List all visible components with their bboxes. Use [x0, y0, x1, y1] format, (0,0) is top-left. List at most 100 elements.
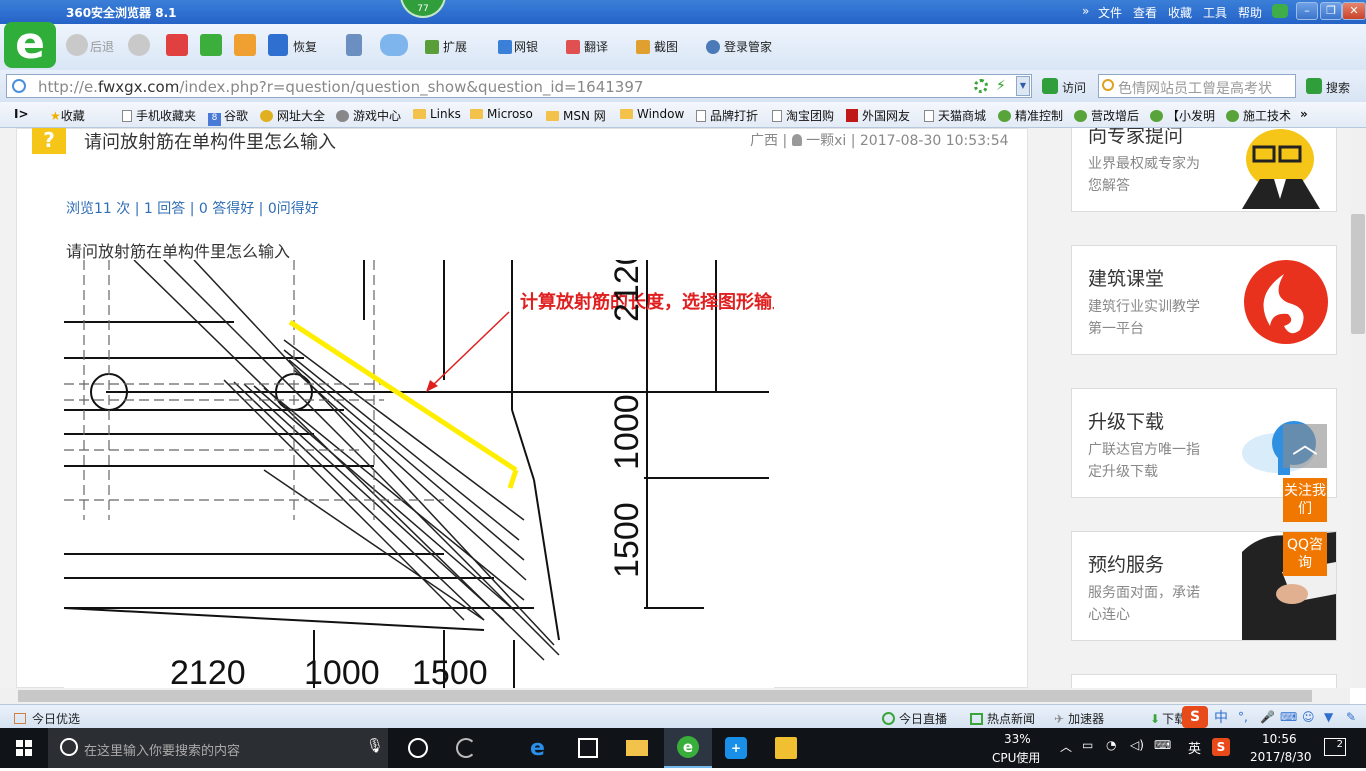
- lightning-icon[interactable]: ⚡: [996, 78, 1006, 94]
- taskbar-app-360browser[interactable]: e: [664, 728, 712, 768]
- back-to-top-button[interactable]: ︿: [1283, 424, 1327, 468]
- question-user[interactable]: 一颗xi: [806, 133, 846, 149]
- battery-icon[interactable]: ▭: [1082, 738, 1093, 752]
- more-icon[interactable]: »: [1082, 4, 1089, 18]
- fav-item-taobao-group[interactable]: 淘宝团购: [772, 107, 834, 124]
- fav-item-url-directory[interactable]: 网址大全: [260, 107, 325, 124]
- clock-date[interactable]: 2017/8/30: [1250, 750, 1312, 764]
- fav-item-microsoft[interactable]: Microso: [470, 107, 533, 121]
- horizontal-scroll-thumb[interactable]: [18, 690, 1312, 702]
- hot-news[interactable]: 热点新闻: [970, 710, 1035, 727]
- task-view-button[interactable]: [394, 728, 442, 768]
- sogou-ime-icon[interactable]: S: [1182, 706, 1208, 728]
- keyboard-icon[interactable]: ⌨: [1280, 710, 1297, 724]
- extend-button[interactable]: 扩展: [443, 38, 467, 55]
- bank-button[interactable]: 网银: [514, 38, 538, 55]
- more-favorites-icon[interactable]: »: [1300, 107, 1308, 121]
- wifi-icon[interactable]: ◔: [1106, 738, 1116, 752]
- sidebar-toggle-icon[interactable]: I>: [14, 107, 29, 121]
- fav-item-favorites[interactable]: ★收藏: [50, 107, 85, 124]
- vertical-scroll-thumb[interactable]: [1351, 214, 1365, 334]
- show-hidden-icons[interactable]: ︿: [1060, 738, 1072, 755]
- stop-icon[interactable]: [166, 34, 188, 56]
- cloud-icon[interactable]: [380, 34, 408, 56]
- refresh-icon[interactable]: [200, 34, 222, 56]
- url-text[interactable]: http://e.fwxgx.com/index.php?r=question/…: [38, 78, 643, 96]
- search-icon[interactable]: [1306, 78, 1322, 94]
- back-arrow-icon[interactable]: [66, 34, 88, 56]
- today-live[interactable]: 今日直播: [882, 710, 947, 727]
- search-engine-icon[interactable]: [1102, 79, 1114, 91]
- mic-icon[interactable]: 🎙: [366, 738, 384, 754]
- menu-view[interactable]: 查看: [1133, 4, 1157, 21]
- dropdown-icon[interactable]: ▼: [1016, 76, 1030, 96]
- question-stats[interactable]: 浏览11 次 | 1 回答 | 0 答得好 | 0问得好: [66, 198, 319, 218]
- taskbar-app-glodon[interactable]: +: [712, 728, 760, 768]
- punct-icon[interactable]: °,: [1238, 710, 1248, 724]
- notification-center-icon[interactable]: 2: [1324, 738, 1346, 756]
- login-manager-icon[interactable]: [706, 40, 720, 54]
- accelerator[interactable]: ✈ 加速器: [1054, 710, 1104, 727]
- card-ask-expert[interactable]: 向专家提问 业界最权威专家为您解答: [1071, 128, 1337, 212]
- volume-icon[interactable]: ◁): [1130, 738, 1144, 752]
- fav-item-games[interactable]: 游戏中心: [336, 107, 401, 124]
- minimize-button[interactable]: –: [1296, 2, 1318, 20]
- fav-item-foreign-netizens[interactable]: 外国网友: [846, 107, 910, 124]
- maximize-button[interactable]: ❐: [1320, 2, 1342, 20]
- login-manager-button[interactable]: 登录管家: [724, 38, 772, 55]
- taskbar-app-explorer[interactable]: [612, 728, 660, 768]
- taskbar-app-store[interactable]: [564, 728, 612, 768]
- clock-time[interactable]: 10:56: [1262, 732, 1297, 746]
- bank-icon[interactable]: [498, 40, 512, 54]
- menu-file[interactable]: 文件: [1098, 4, 1122, 21]
- follow-us-button[interactable]: 关注我们: [1283, 478, 1327, 522]
- undo-icon[interactable]: [268, 34, 288, 56]
- card-next[interactable]: [1071, 674, 1337, 688]
- close-button[interactable]: ✕: [1342, 2, 1366, 20]
- fav-item-msn[interactable]: MSN 网: [546, 107, 606, 124]
- taskbar-app-edge[interactable]: e: [516, 728, 564, 768]
- shirt-icon[interactable]: ▼: [1324, 710, 1333, 724]
- downloads[interactable]: ⬇ 下载: [1150, 710, 1186, 727]
- fav-item-google[interactable]: 8 谷歌: [208, 107, 248, 126]
- sogou-tray-icon[interactable]: S: [1212, 738, 1230, 756]
- taskbar-app-spiral[interactable]: [442, 728, 490, 768]
- menu-favorites[interactable]: 收藏: [1168, 4, 1192, 21]
- translate-icon[interactable]: [566, 40, 580, 54]
- fav-item-windows[interactable]: Window: [620, 107, 684, 121]
- vertical-scrollbar[interactable]: [1350, 128, 1366, 688]
- fav-item-links[interactable]: Links: [413, 107, 461, 121]
- fav-item-mobile[interactable]: 手机收藏夹: [122, 107, 196, 124]
- fav-item-brand-discount[interactable]: 品牌打折: [696, 107, 758, 124]
- back-button[interactable]: 后退: [90, 38, 114, 55]
- windows-start-button[interactable]: [0, 728, 48, 768]
- search-button[interactable]: 搜索: [1326, 79, 1350, 96]
- fav-item-vat-reform[interactable]: 营改增后: [1074, 107, 1139, 124]
- taskbar-app-notes[interactable]: [762, 728, 810, 768]
- keyboard-tray-icon[interactable]: ⌨: [1154, 738, 1171, 752]
- skin-icon[interactable]: [1272, 4, 1288, 18]
- menu-help[interactable]: 帮助: [1238, 4, 1262, 21]
- wrench-icon[interactable]: ✎: [1346, 710, 1356, 724]
- visit-arrow-icon[interactable]: [1042, 78, 1058, 94]
- home-icon[interactable]: [234, 34, 256, 56]
- fav-item-invention[interactable]: 【小发明: [1150, 107, 1215, 124]
- taskbar-search-box[interactable]: 在这里输入你要搜索的内容 🎙: [48, 728, 388, 768]
- screenshot-button[interactable]: 截图: [654, 38, 678, 55]
- qq-consult-button[interactable]: QQ咨询: [1283, 532, 1327, 576]
- ime-indicator[interactable]: 英: [1188, 738, 1201, 757]
- extend-icon[interactable]: [425, 40, 439, 54]
- scissors-icon[interactable]: [636, 40, 650, 54]
- browser-logo-icon[interactable]: [4, 18, 56, 69]
- fav-item-construction[interactable]: 施工技术: [1226, 107, 1291, 124]
- fav-item-tmall[interactable]: 天猫商城: [924, 107, 986, 124]
- visit-button[interactable]: 访问: [1062, 79, 1086, 96]
- user-ime-icon[interactable]: ☺: [1302, 710, 1315, 724]
- translate-button[interactable]: 翻译: [584, 38, 608, 55]
- phone-icon[interactable]: [346, 34, 362, 56]
- mic-icon[interactable]: 🎤: [1260, 710, 1275, 724]
- search-text[interactable]: 色情网站员工曾是高考状: [1118, 78, 1294, 98]
- fav-item-precision[interactable]: 精准控制: [998, 107, 1063, 124]
- card-building-class[interactable]: 建筑课堂 建筑行业实训教学第一平台: [1071, 245, 1337, 355]
- question-region[interactable]: 广西: [750, 133, 778, 149]
